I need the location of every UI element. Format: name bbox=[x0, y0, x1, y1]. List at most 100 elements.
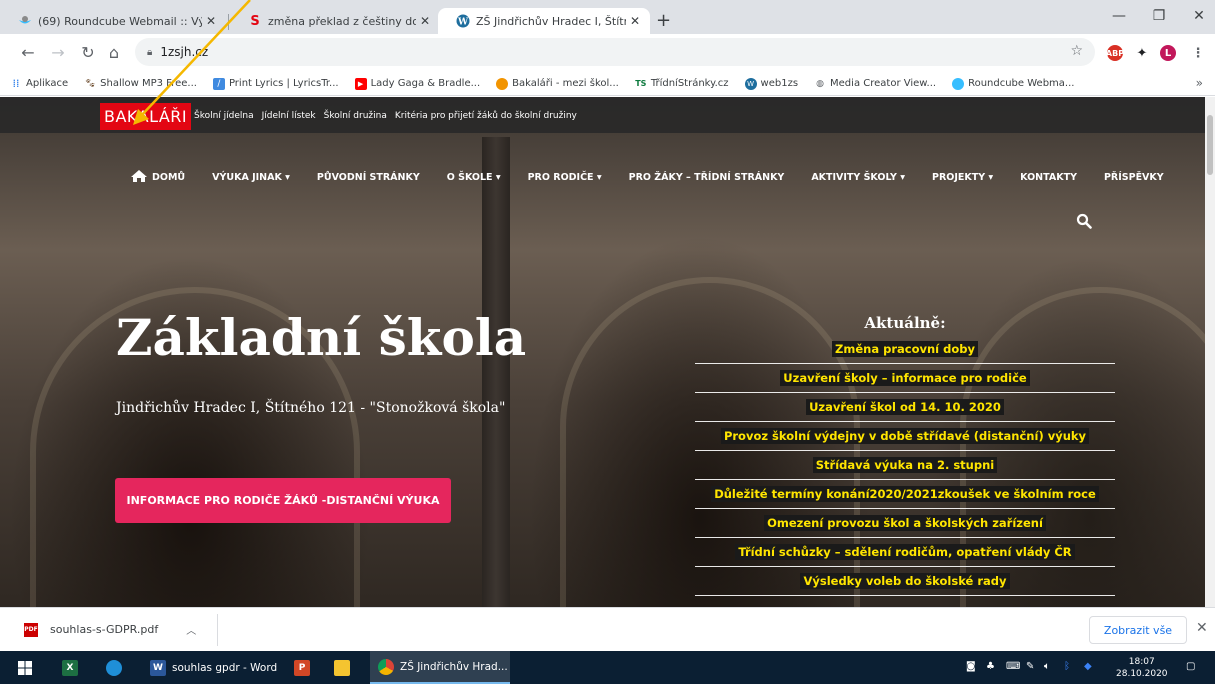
background-pillar bbox=[482, 137, 510, 607]
close-tab-icon[interactable]: ✕ bbox=[416, 14, 434, 28]
news-item[interactable]: Výsledky voleb do školské rady bbox=[695, 567, 1115, 596]
tab-school-site[interactable]: W ZŠ Jindřichův Hradec I, Štítného ✕ bbox=[438, 8, 650, 34]
news-item[interactable]: Změna pracovní doby bbox=[695, 335, 1115, 364]
wordpress-icon: W bbox=[744, 77, 757, 90]
start-button[interactable] bbox=[18, 651, 32, 684]
volume-icon[interactable]: 🔈︎ bbox=[1044, 661, 1050, 672]
close-tab-icon[interactable]: ✕ bbox=[202, 14, 220, 28]
scrollbar-thumb[interactable] bbox=[1207, 115, 1213, 175]
wordpress-icon: W bbox=[456, 14, 470, 28]
tray-keyboard-icon[interactable]: ⌨ bbox=[1006, 661, 1020, 672]
nav-prispevky[interactable]: PŘÍSPĚVKY bbox=[1104, 172, 1164, 183]
tray-network-people-icon[interactable]: ♣ bbox=[986, 661, 995, 672]
close-icon[interactable]: ✕ bbox=[1196, 620, 1208, 636]
bookmark-star-icon[interactable]: ☆ bbox=[1070, 43, 1083, 59]
tab-roundcube[interactable]: (69) Roundcube Webmail :: Výsle ✕ bbox=[0, 8, 226, 34]
minimize-icon[interactable]: — bbox=[1104, 8, 1134, 24]
news-item[interactable]: Uzavření škol od 14. 10. 2020 bbox=[695, 393, 1115, 422]
roundcube-icon bbox=[18, 14, 32, 28]
hero-title: Základní škola bbox=[116, 308, 527, 367]
pdf-file-icon: PDF bbox=[24, 622, 38, 637]
download-filename: souhlas-s-GDPR.pdf bbox=[50, 623, 159, 636]
home-button-icon[interactable]: ⌂ bbox=[104, 43, 124, 62]
profile-avatar[interactable]: L bbox=[1160, 45, 1176, 61]
nav-aktivity-skoly[interactable]: AKTIVITY ŠKOLY ▾ bbox=[811, 172, 905, 183]
show-all-downloads-button[interactable]: Zobrazit vše bbox=[1089, 616, 1187, 644]
tab-translate[interactable]: S změna překlad z češtiny do angli ✕ bbox=[230, 8, 440, 34]
edge-taskbar-icon[interactable] bbox=[106, 651, 128, 684]
link-skolni-jidelna[interactable]: Školní jídelna bbox=[194, 111, 254, 121]
folder-icon bbox=[334, 659, 350, 676]
link-skolni-druzina[interactable]: Školní družina bbox=[324, 111, 387, 121]
ts-icon: TS bbox=[635, 79, 647, 88]
excel-taskbar-icon[interactable]: X bbox=[62, 651, 84, 684]
nav-pro-zaky[interactable]: PRO ŽÁKY – TŘÍDNÍ STRÁNKY bbox=[629, 172, 785, 183]
nav-o-skole[interactable]: O ŠKOLE ▾ bbox=[447, 172, 501, 183]
close-window-icon[interactable]: ✕ bbox=[1184, 8, 1214, 24]
bookmark-roundcube[interactable]: Roundcube Webma... bbox=[952, 77, 1074, 90]
extensions-puzzle-icon[interactable]: ✦ bbox=[1134, 45, 1150, 61]
tray-app-icon[interactable]: ◙ bbox=[966, 661, 976, 672]
page-scrollbar[interactable] bbox=[1205, 97, 1215, 607]
close-tab-icon[interactable]: ✕ bbox=[626, 14, 644, 28]
news-item[interactable]: Třídní schůzky – sdělení rodičům, opatře… bbox=[695, 538, 1115, 567]
nav-kontakty[interactable]: KONTAKTY bbox=[1020, 172, 1077, 183]
bookmark-youtube[interactable]: ▶ Lady Gaga & Bradle... bbox=[354, 77, 480, 90]
apps-grid-icon: ⁞⁞ bbox=[12, 77, 20, 90]
adblock-plus-icon[interactable]: ABP bbox=[1106, 45, 1124, 61]
search-icon[interactable] bbox=[1076, 213, 1092, 229]
powerpoint-icon: P bbox=[294, 659, 310, 676]
system-clock[interactable]: 18:07 28.10.2020 bbox=[1116, 656, 1168, 680]
bookmark-print-lyrics[interactable]: / Print Lyrics | LyricsTr... bbox=[212, 77, 339, 90]
bookmarks-overflow-icon[interactable]: » bbox=[1196, 76, 1203, 90]
notifications-icon[interactable]: ▢ bbox=[1186, 661, 1195, 672]
restore-icon[interactable]: ❐ bbox=[1144, 8, 1174, 24]
bluetooth-icon[interactable]: ᛒ bbox=[1064, 661, 1070, 672]
nav-puvodni-stranky[interactable]: PŮVODNÍ STRÁNKY bbox=[317, 172, 420, 183]
new-tab-button[interactable]: + bbox=[656, 12, 671, 30]
site-top-bar: BAKALÁŘI Školní jídelna Jídelní lístek Š… bbox=[0, 97, 1205, 133]
news-item[interactable]: Uzavření školy – informace pro rodiče bbox=[695, 364, 1115, 393]
lyrics-icon: / bbox=[212, 77, 225, 90]
news-item[interactable]: Střídavá výuka na 2. stupni bbox=[695, 451, 1115, 480]
chevron-up-icon[interactable]: ︿ bbox=[186, 622, 196, 637]
link-kriteria-druzina[interactable]: Kritéria pro přijetí žáků do školní druž… bbox=[395, 111, 577, 121]
roundcube-icon bbox=[952, 77, 965, 90]
nav-pro-rodice[interactable]: PRO RODIČE ▾ bbox=[528, 172, 602, 183]
nav-vyuka-jinak[interactable]: VÝUKA JINAK ▾ bbox=[212, 172, 290, 183]
bookmark-tridni-stranky[interactable]: TS TřídníStránky.cz bbox=[635, 78, 728, 90]
web-page: BAKALÁŘI Školní jídelna Jídelní lístek Š… bbox=[0, 97, 1205, 607]
explorer-taskbar-icon[interactable] bbox=[334, 651, 356, 684]
bookmark-shallow-mp3[interactable]: 🐾︎ Shallow MP3 Free... bbox=[84, 78, 197, 90]
taskbar-chrome[interactable]: ZŠ Jindřichův Hrad... bbox=[370, 651, 510, 684]
download-shelf: PDF souhlas-s-GDPR.pdf ︿ Zobrazit vše ✕ bbox=[0, 607, 1215, 651]
nav-home[interactable]: DOMŮ bbox=[130, 169, 185, 185]
bookmark-bakalari[interactable]: Bakaláři - mezi škol... bbox=[496, 77, 619, 90]
download-item[interactable]: PDF souhlas-s-GDPR.pdf ︿ bbox=[24, 622, 196, 637]
url-text: 1zsjh.cz bbox=[160, 45, 209, 59]
forward-icon[interactable]: → bbox=[48, 43, 68, 62]
nav-projekty[interactable]: PROJEKTY ▾ bbox=[932, 172, 993, 183]
news-item[interactable]: Důležité termíny konání2020/2021zkoušek … bbox=[695, 480, 1115, 509]
bookmark-apps[interactable]: ⁞⁞ Aplikace bbox=[10, 77, 69, 90]
paw-icon: 🐾︎ bbox=[84, 78, 96, 89]
menu-kebab-icon[interactable]: ⋮ bbox=[1190, 45, 1206, 61]
link-jidelni-listek[interactable]: Jídelní lístek bbox=[262, 111, 316, 121]
bakalari-logo-link[interactable]: BAKALÁŘI bbox=[100, 103, 192, 130]
clock-date: 28.10.2020 bbox=[1116, 669, 1168, 679]
news-item[interactable]: Omezení provozu škol a školských zařízen… bbox=[695, 509, 1115, 538]
taskbar-word[interactable]: Wsouhlas gpdr - Word bbox=[150, 651, 277, 684]
security-shield-icon[interactable]: ◆ bbox=[1084, 661, 1092, 672]
distance-learning-button[interactable]: INFORMACE PRO RODIČE ŽÁKŮ -DISTANČNÍ VÝU… bbox=[115, 478, 451, 523]
reload-icon[interactable]: ↻ bbox=[78, 43, 98, 62]
news-item[interactable]: Provoz školní výdejny v době střídavé (d… bbox=[695, 422, 1115, 451]
seznam-s-icon: S bbox=[250, 13, 260, 29]
tray-pen-icon[interactable]: ✎ bbox=[1026, 661, 1034, 672]
news-list: Změna pracovní doby Uzavření školy – inf… bbox=[695, 335, 1115, 596]
windows-logo-icon bbox=[18, 660, 32, 675]
bookmark-web1zs[interactable]: Wweb1zs bbox=[744, 77, 798, 90]
address-bar[interactable]: 🔒︎ 1zsjh.cz ☆ bbox=[135, 38, 1095, 66]
powerpoint-taskbar-icon[interactable]: P bbox=[294, 651, 316, 684]
bookmark-media-creator[interactable]: ◍ Media Creator View... bbox=[814, 78, 936, 90]
back-icon[interactable]: ← bbox=[18, 43, 38, 62]
